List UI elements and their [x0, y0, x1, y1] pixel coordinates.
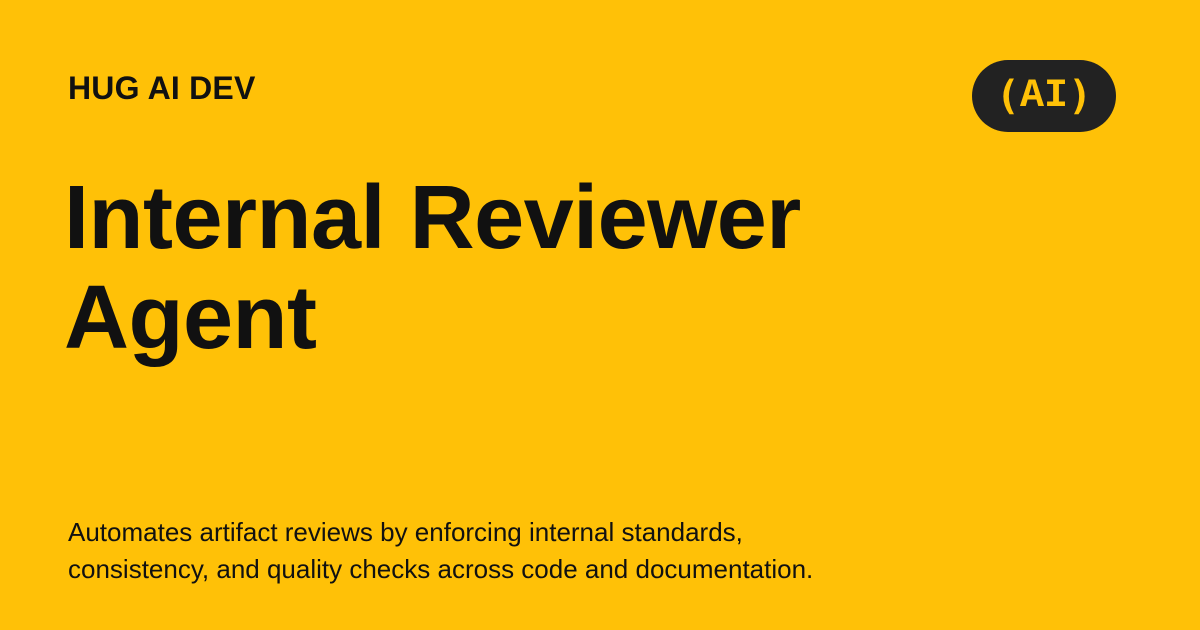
- badge-open-paren: (: [995, 73, 1020, 119]
- social-card: HUG AI DEV ( AI ) Internal Reviewer Agen…: [0, 0, 1200, 630]
- ai-logo-badge: ( AI ): [972, 60, 1116, 132]
- description: Automates artifact reviews by enforcing …: [68, 514, 1048, 588]
- title-line-2: Agent: [64, 268, 317, 368]
- badge-text: AI: [1019, 73, 1068, 119]
- title-line-1: Internal Reviewer: [64, 168, 801, 268]
- description-line-2: consistency, and quality checks across c…: [68, 554, 814, 584]
- brand-name: HUG AI DEV: [68, 70, 256, 106]
- badge-close-paren: ): [1068, 73, 1093, 119]
- description-line-1: Automates artifact reviews by enforcing …: [68, 517, 743, 547]
- page-title: Internal Reviewer Agent: [64, 168, 1064, 368]
